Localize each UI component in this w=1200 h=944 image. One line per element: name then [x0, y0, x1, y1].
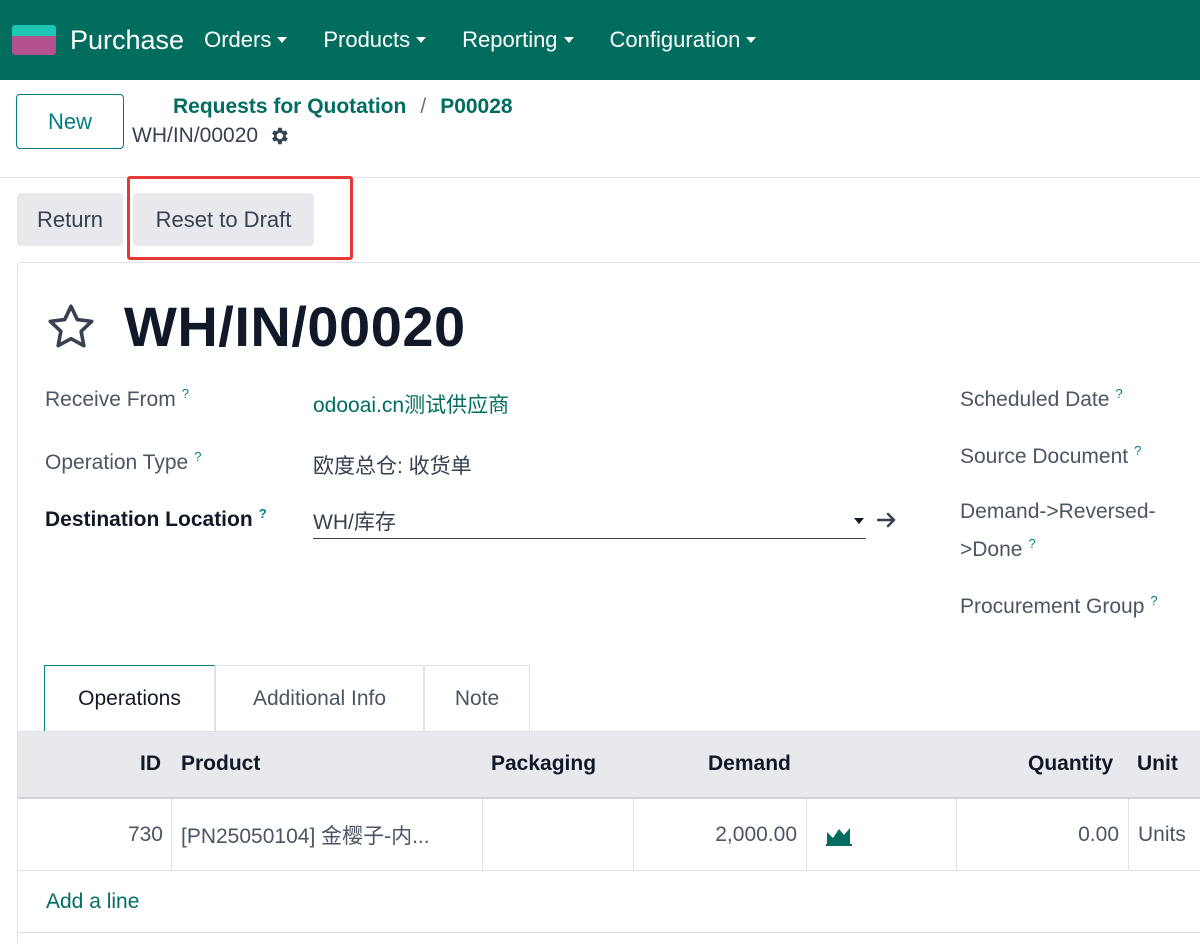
- cell-id[interactable]: 730: [18, 799, 172, 871]
- receive-from-label: Receive From?: [45, 386, 189, 411]
- cell-unit[interactable]: Units: [1129, 799, 1200, 871]
- destination-location-value: WH/库存: [313, 511, 396, 534]
- cell-forecast[interactable]: [807, 799, 957, 871]
- cell-demand[interactable]: 2,000.00: [634, 799, 807, 871]
- help-tooltip-icon[interactable]: ?: [259, 506, 267, 521]
- tab-operations[interactable]: Operations: [44, 665, 215, 731]
- table-row[interactable]: 730 [PN25050104] 金樱子-内... 2,000.00 0.00 …: [18, 799, 1200, 871]
- gear-icon[interactable]: [268, 125, 290, 147]
- column-header-quantity[interactable]: Quantity: [1028, 752, 1113, 776]
- tab-additional-info[interactable]: Additional Info: [215, 665, 424, 731]
- area-chart-icon[interactable]: [825, 824, 853, 846]
- demand-reversed-done-label-line1: Demand->Reversed-: [960, 500, 1156, 523]
- add-line-link[interactable]: Add a line: [46, 890, 139, 914]
- cell-quantity[interactable]: 0.00: [957, 799, 1129, 871]
- scheduled-date-label: Scheduled Date?: [960, 386, 1123, 411]
- new-button[interactable]: New: [16, 94, 124, 149]
- breadcrumb: Requests for Quotation / P00028: [173, 95, 513, 119]
- control-panel: New Requests for Quotation / P00028 WH/I…: [0, 80, 1200, 178]
- star-icon[interactable]: [44, 300, 98, 354]
- procurement-group-label: Procurement Group?: [960, 593, 1158, 618]
- top-navbar: Purchase Orders Products Reporting Confi…: [0, 0, 1200, 80]
- column-header-unit[interactable]: Unit: [1137, 752, 1178, 776]
- notebook-tabs: Operations Additional Info Note: [44, 665, 530, 731]
- app-name[interactable]: Purchase: [70, 25, 184, 56]
- menu-products[interactable]: Products: [323, 27, 427, 53]
- column-header-demand[interactable]: Demand: [708, 752, 791, 776]
- chevron-down-icon: [563, 37, 574, 43]
- cell-product[interactable]: [PN25050104] 金樱子-内...: [172, 799, 483, 871]
- column-header-product[interactable]: Product: [181, 752, 260, 776]
- chevron-down-icon[interactable]: [854, 518, 864, 524]
- destination-location-input[interactable]: WH/库存: [313, 506, 866, 539]
- table-bottom-divider: [18, 932, 1200, 933]
- help-tooltip-icon[interactable]: ?: [194, 449, 201, 464]
- tab-note[interactable]: Note: [424, 665, 530, 731]
- receive-from-value[interactable]: odooai.cn测试供应商: [313, 389, 509, 419]
- current-record: WH/IN/00020: [132, 124, 290, 148]
- title-row: WH/IN/00020: [44, 294, 466, 359]
- table-header: ID Product Packaging Demand Quantity Uni…: [18, 731, 1200, 799]
- operation-type-value: 欧度总仓: 收货单: [313, 455, 472, 478]
- menu-reporting[interactable]: Reporting: [462, 27, 574, 53]
- chevron-down-icon: [416, 37, 427, 43]
- breadcrumb-po[interactable]: P00028: [440, 95, 512, 119]
- demand-reversed-done-label-line2: >Done?: [960, 536, 1036, 561]
- purchase-app-icon[interactable]: [12, 25, 56, 55]
- breadcrumb-separator: /: [420, 95, 427, 118]
- help-tooltip-icon[interactable]: ?: [1150, 593, 1157, 608]
- menu-orders[interactable]: Orders: [204, 27, 288, 53]
- current-record-name: WH/IN/00020: [132, 124, 259, 147]
- help-tooltip-icon[interactable]: ?: [1134, 443, 1141, 458]
- help-tooltip-icon[interactable]: ?: [182, 386, 189, 401]
- menu-configuration[interactable]: Configuration: [610, 27, 757, 53]
- destination-location-label: Destination Location?: [45, 506, 267, 531]
- column-header-packaging[interactable]: Packaging: [491, 752, 596, 776]
- chevron-down-icon: [746, 37, 757, 43]
- return-button[interactable]: Return: [17, 193, 123, 246]
- record-title: WH/IN/00020: [124, 295, 466, 358]
- source-document-label: Source Document?: [960, 443, 1142, 468]
- arrow-right-icon[interactable]: [876, 510, 898, 530]
- chevron-down-icon: [277, 37, 288, 43]
- breadcrumb-rfq[interactable]: Requests for Quotation: [173, 95, 406, 119]
- operation-type-label: Operation Type?: [45, 449, 202, 474]
- highlight-box: [127, 176, 353, 260]
- cell-packaging[interactable]: [483, 799, 634, 871]
- help-tooltip-icon[interactable]: ?: [1115, 386, 1122, 401]
- help-tooltip-icon[interactable]: ?: [1028, 536, 1035, 551]
- column-header-id[interactable]: ID: [140, 752, 161, 776]
